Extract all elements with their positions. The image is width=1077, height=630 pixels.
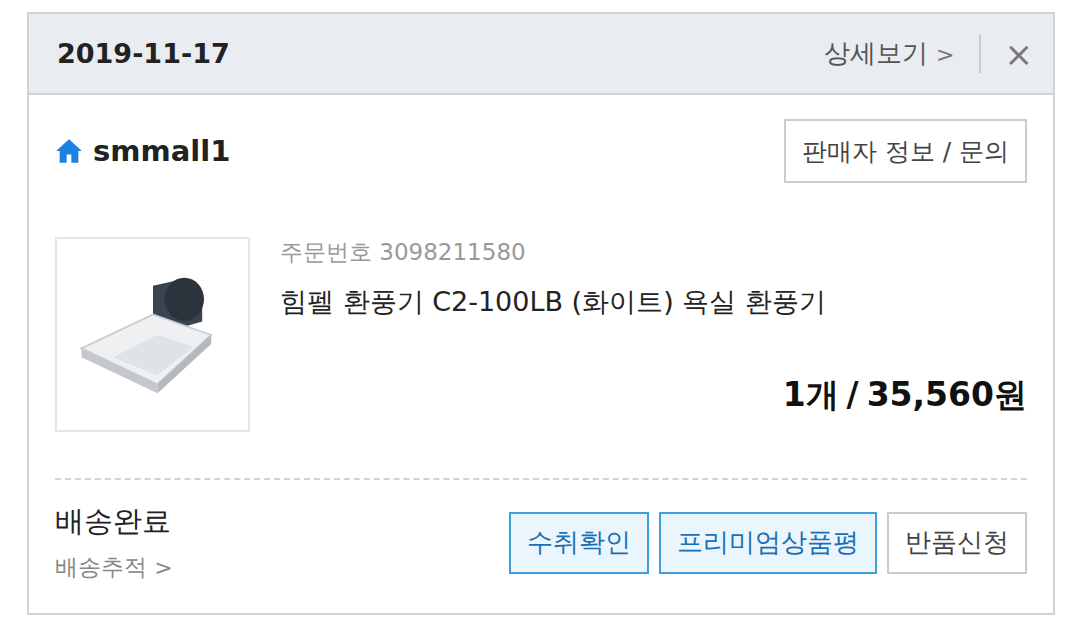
delivery-row: 배송완료 배송추적 > 수취확인프리미엄상품평반품신청 (55, 502, 1027, 583)
action-button[interactable]: 프리미엄상품평 (659, 512, 877, 574)
tracking-link[interactable]: 배송추적 > (55, 552, 173, 583)
detail-link[interactable]: 상세보기 > (824, 36, 955, 71)
header-divider (979, 35, 981, 73)
card-header: 2019-11-17 상세보기 > × (29, 14, 1053, 95)
seller-info-button[interactable]: 판매자 정보 / 문의 (784, 119, 1027, 183)
product-row: 주문번호 3098211580 힘펠 환풍기 C2-100LB (화이트) 욕실… (55, 237, 1027, 432)
product-image[interactable] (55, 237, 250, 432)
action-button[interactable]: 반품신청 (887, 512, 1027, 574)
seller-name[interactable]: smmall1 (55, 134, 230, 168)
quantity-price: 1개/35,560원 (783, 373, 1027, 418)
order-number: 주문번호 3098211580 (280, 237, 1027, 268)
dashed-divider (55, 478, 1027, 480)
action-button[interactable]: 수취확인 (509, 512, 649, 574)
product-name[interactable]: 힘펠 환풍기 C2-100LB (화이트) 욕실 환풍기 (280, 284, 1027, 320)
seller-row: smmall1 판매자 정보 / 문의 (55, 119, 1027, 183)
order-date: 2019-11-17 (57, 38, 230, 69)
home-icon (55, 137, 83, 165)
delivery-status: 배송완료 (55, 502, 173, 542)
order-card: 2019-11-17 상세보기 > × smmall1 판매자 정보 / 문의 … (27, 12, 1055, 615)
close-button[interactable]: × (1005, 37, 1034, 71)
